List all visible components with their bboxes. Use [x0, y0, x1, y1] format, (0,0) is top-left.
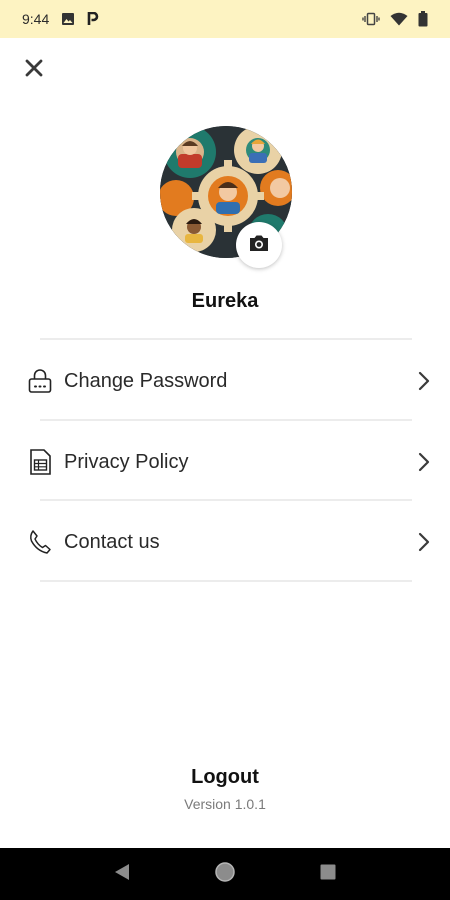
close-button[interactable] [20, 56, 48, 84]
profile-name: Eureka [191, 290, 259, 312]
wifi-icon [390, 12, 408, 26]
logout-button[interactable]: Logout [0, 766, 450, 789]
avatar-container [160, 126, 292, 268]
nav-recents-button[interactable] [308, 854, 348, 894]
document-icon [26, 448, 54, 476]
vibrate-icon [362, 12, 380, 26]
recents-icon [320, 864, 336, 885]
battery-icon [418, 11, 428, 27]
back-icon [114, 863, 130, 886]
change-photo-button[interactable] [236, 222, 282, 268]
status-time: 9:44 [22, 11, 50, 27]
close-icon [24, 58, 44, 83]
chevron-right-icon [414, 369, 434, 393]
menu-item-privacy-policy[interactable]: Privacy Policy [0, 423, 450, 501]
divider [40, 499, 412, 501]
divider [40, 580, 412, 582]
image-icon [61, 12, 75, 26]
nav-back-button[interactable] [102, 854, 142, 894]
status-bar: 9:44 [0, 0, 450, 38]
version-label: Version 1.0.1 [184, 796, 266, 812]
menu-item-label: Privacy Policy [64, 450, 189, 473]
menu-item-change-password[interactable]: Change Password [0, 342, 450, 420]
chevron-right-icon [414, 450, 434, 474]
status-bar-right [362, 11, 428, 27]
nav-home-button[interactable] [205, 854, 245, 894]
menu-item-label: Change Password [64, 369, 228, 392]
camera-icon [248, 234, 270, 257]
divider [40, 338, 412, 340]
status-bar-left: 9:44 [22, 11, 99, 27]
divider [40, 419, 412, 421]
home-icon [214, 861, 236, 888]
parking-icon [87, 12, 99, 26]
menu-item-contact-us[interactable]: Contact us [0, 503, 450, 581]
menu-item-label: Contact us [64, 530, 160, 553]
chevron-right-icon [414, 530, 434, 554]
lock-icon [26, 367, 54, 395]
phone-icon [26, 528, 54, 556]
navigation-bar [0, 848, 450, 900]
